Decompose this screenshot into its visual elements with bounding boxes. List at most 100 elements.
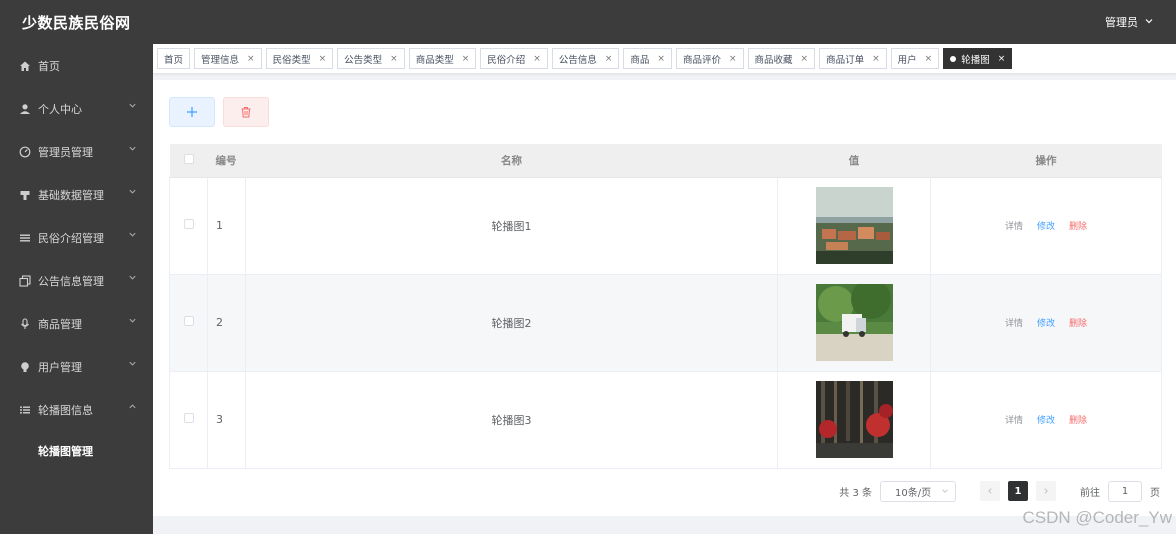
sidebar-item-basic-data[interactable]: 基础数据管理 bbox=[0, 173, 153, 216]
row-select-cell[interactable] bbox=[169, 370, 208, 469]
tab-label: 商品类型 bbox=[415, 54, 454, 66]
tab-label: 轮播图 bbox=[961, 54, 990, 66]
user-menu[interactable]: 管理员 bbox=[1105, 14, 1154, 30]
edit-link[interactable]: 修改 bbox=[1037, 219, 1055, 232]
column-header-actions: 操作 bbox=[930, 144, 1162, 178]
row-checkbox[interactable] bbox=[183, 316, 194, 326]
sidebar-item-label: 管理员管理 bbox=[38, 145, 93, 159]
cell-name: 轮播图2 bbox=[245, 273, 778, 372]
list-icon bbox=[18, 231, 32, 245]
pagination: 共 3 条 10条/页 1 前往 1 页 bbox=[153, 480, 1176, 502]
sidebar-item-carousel[interactable]: 轮播图信息 bbox=[0, 388, 153, 431]
tab-folk-type[interactable]: 民俗类型 × bbox=[265, 48, 334, 69]
detail-link[interactable]: 详情 bbox=[1005, 413, 1023, 426]
prev-page-button[interactable] bbox=[980, 481, 1000, 501]
stamp-icon bbox=[18, 188, 32, 202]
active-dot-icon bbox=[950, 55, 957, 62]
cell-actions: 详情 修改 删除 bbox=[930, 176, 1162, 275]
tab-label: 商品订单 bbox=[826, 54, 865, 66]
cell-name: 轮播图3 bbox=[245, 370, 778, 469]
tab-label: 首页 bbox=[164, 54, 184, 66]
content-panel: 编号 名称 值 操作 1 轮播图1 详情 修改 删除 2 轮播图2 详情 修改 … bbox=[153, 80, 1176, 516]
row-checkbox[interactable] bbox=[183, 219, 194, 229]
close-icon[interactable]: × bbox=[390, 54, 398, 64]
column-header-name[interactable]: 名称 bbox=[245, 144, 778, 178]
watermark: CSDN @Coder_Yw bbox=[1022, 508, 1172, 527]
edit-link[interactable]: 修改 bbox=[1037, 316, 1055, 329]
tab-label: 公告类型 bbox=[344, 54, 383, 66]
tab-bar: 首页 管理信息 × 民俗类型 × 公告类型 × 商品类型 × 民俗介绍 × 公告信息 × 商… bbox=[153, 44, 1176, 74]
column-header-id[interactable]: 编号 bbox=[207, 144, 246, 178]
sidebar-item-goods[interactable]: 商品管理 bbox=[0, 302, 153, 345]
tab-folk-intro[interactable]: 民俗介绍 × bbox=[480, 48, 548, 69]
tab-home[interactable]: 首页 bbox=[157, 48, 191, 69]
table-row: 1 轮播图1 详情 修改 删除 bbox=[169, 176, 1162, 275]
page-size-select[interactable]: 10条/页 bbox=[880, 480, 956, 502]
close-icon[interactable]: × bbox=[872, 54, 880, 64]
chevron-down-icon bbox=[128, 187, 137, 199]
close-icon[interactable]: × bbox=[462, 54, 470, 64]
sidebar-subitem-carousel-manage[interactable]: 轮播图管理 bbox=[0, 431, 153, 471]
tab-goods-favorite[interactable]: 商品收藏 × bbox=[747, 48, 816, 69]
gauge-icon bbox=[18, 145, 32, 159]
detail-link[interactable]: 详情 bbox=[1005, 316, 1023, 329]
sidebar-item-label: 基础数据管理 bbox=[38, 188, 104, 202]
tab-goods-review[interactable]: 商品评价 × bbox=[675, 48, 744, 69]
next-page-button[interactable] bbox=[1036, 481, 1056, 501]
menu-icon bbox=[18, 403, 32, 417]
sidebar-item-label: 首页 bbox=[38, 59, 60, 73]
sidebar-item-home[interactable]: 首页 bbox=[0, 44, 153, 87]
goto-page-input[interactable]: 1 bbox=[1108, 480, 1142, 502]
sidebar-item-notices[interactable]: 公告信息管理 bbox=[0, 259, 153, 302]
delete-button[interactable] bbox=[223, 97, 269, 127]
tab-manage-info[interactable]: 管理信息 × bbox=[194, 48, 262, 69]
close-icon[interactable]: × bbox=[247, 54, 255, 64]
add-button[interactable] bbox=[169, 97, 215, 127]
sidebar-item-users[interactable]: 用户管理 bbox=[0, 345, 153, 388]
close-icon[interactable]: × bbox=[925, 54, 933, 64]
delete-link[interactable]: 删除 bbox=[1069, 219, 1087, 232]
detail-link[interactable]: 详情 bbox=[1005, 219, 1023, 232]
row-select-cell[interactable] bbox=[169, 176, 208, 275]
chevron-down-icon bbox=[128, 273, 137, 285]
select-all-checkbox[interactable] bbox=[183, 153, 194, 164]
tab-goods-order[interactable]: 商品订单 × bbox=[819, 48, 887, 69]
sidebar-item-profile[interactable]: 个人中心 bbox=[0, 87, 153, 130]
sidebar-item-label: 个人中心 bbox=[38, 102, 82, 116]
close-icon[interactable]: × bbox=[533, 54, 541, 64]
select-all-cell[interactable] bbox=[169, 144, 208, 178]
close-icon[interactable]: × bbox=[998, 54, 1006, 64]
chevron-down-icon bbox=[128, 359, 137, 371]
page-number-current[interactable]: 1 bbox=[1008, 481, 1028, 501]
tab-label: 商品收藏 bbox=[754, 54, 793, 66]
table-row: 3 轮播图3 详情 修改 删除 bbox=[169, 370, 1162, 469]
sidebar-item-admins[interactable]: 管理员管理 bbox=[0, 130, 153, 173]
tab-goods-type[interactable]: 商品类型 × bbox=[408, 48, 477, 69]
close-icon[interactable]: × bbox=[319, 54, 327, 64]
sidebar-item-folk-intro[interactable]: 民俗介绍管理 bbox=[0, 216, 153, 259]
tab-label: 公告信息 bbox=[558, 54, 597, 66]
cell-value bbox=[777, 370, 931, 469]
edit-link[interactable]: 修改 bbox=[1037, 413, 1055, 426]
row-select-cell[interactable] bbox=[169, 273, 208, 372]
copy-icon bbox=[18, 274, 32, 288]
column-header-value[interactable]: 值 bbox=[777, 144, 931, 178]
page-size-value: 10条/页 bbox=[895, 487, 932, 499]
row-checkbox[interactable] bbox=[183, 413, 194, 423]
close-icon[interactable]: × bbox=[605, 54, 613, 64]
tab-notice-type[interactable]: 公告类型 × bbox=[337, 48, 405, 69]
delete-link[interactable]: 删除 bbox=[1069, 413, 1087, 426]
chevron-down-icon bbox=[942, 489, 948, 493]
delete-link[interactable]: 删除 bbox=[1069, 316, 1087, 329]
carousel-image-thumbnail bbox=[815, 187, 893, 264]
tab-goods[interactable]: 商品 × bbox=[623, 48, 672, 69]
tab-users[interactable]: 用户 × bbox=[890, 48, 940, 69]
tab-carousel[interactable]: 轮播图 × bbox=[943, 48, 1013, 69]
close-icon[interactable]: × bbox=[657, 54, 665, 64]
data-table: 编号 名称 值 操作 1 轮播图1 详情 修改 删除 2 轮播图2 详情 修改 … bbox=[169, 144, 1162, 469]
carousel-image-thumbnail bbox=[815, 381, 893, 458]
close-icon[interactable]: × bbox=[729, 54, 737, 64]
close-icon[interactable]: × bbox=[801, 54, 809, 64]
tab-notice-info[interactable]: 公告信息 × bbox=[551, 48, 620, 69]
home-icon bbox=[18, 59, 32, 73]
